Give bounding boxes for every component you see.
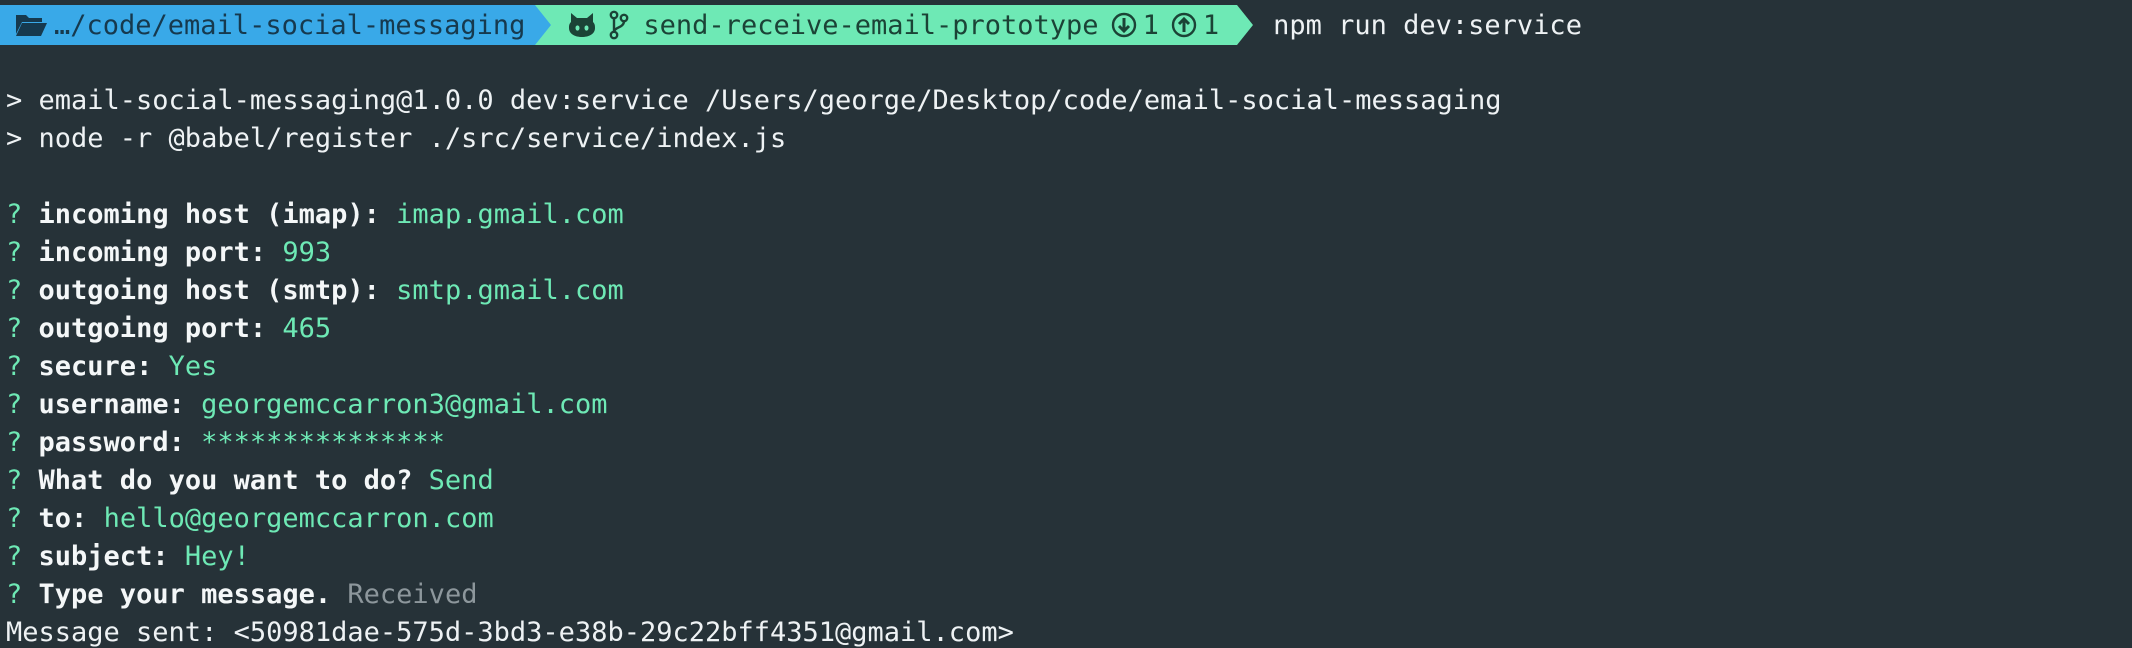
command-text: npm run dev:service <box>1273 9 1582 41</box>
git-segment: send-receive-email-prototype 1 1 <box>551 5 1238 45</box>
question-label: What do you want to do? <box>38 465 413 496</box>
question-line: ? password: *************** <box>6 424 445 462</box>
question-label: Type your message. <box>38 579 332 610</box>
question-answer: *************** <box>201 427 445 458</box>
directory-path: …/code/email-social-messaging <box>54 9 526 41</box>
question-line: ? username: georgemccarron3@gmail.com <box>6 386 608 424</box>
question-answer: Received <box>347 579 478 610</box>
question-line: ? outgoing port: 465 <box>6 310 331 348</box>
question-label: outgoing host (smtp): <box>38 275 380 306</box>
question-line: ? secure: Yes <box>6 348 217 386</box>
question-label: incoming port: <box>38 237 267 268</box>
question-label: to: <box>38 503 88 534</box>
question-line: ? incoming port: 993 <box>6 234 331 272</box>
question-marker: ? <box>6 237 23 268</box>
question-answer: Hey! <box>184 541 250 572</box>
question-answer: hello@georgemccarron.com <box>103 503 494 534</box>
question-line: ? incoming host (imap): imap.gmail.com <box>6 196 624 234</box>
directory-segment: …/code/email-social-messaging <box>0 5 536 45</box>
behind-count: 1 <box>1142 9 1159 41</box>
question-label: username: <box>38 389 185 420</box>
question-marker: ? <box>6 389 23 420</box>
question-marker: ? <box>6 199 23 230</box>
question-line: ? What do you want to do? Send <box>6 462 494 500</box>
arrow-down-circle-icon <box>1111 12 1136 38</box>
question-answer: Yes <box>168 351 218 382</box>
arrow-up-circle-icon <box>1171 12 1197 38</box>
github-octocat-icon <box>569 13 596 37</box>
question-label: secure: <box>38 351 153 382</box>
question-marker: ? <box>6 465 23 496</box>
folder-open-icon <box>16 15 47 36</box>
script-header-line: > email-social-messaging@1.0.0 dev:servi… <box>6 85 1502 116</box>
question-answer: 465 <box>282 313 332 344</box>
question-marker: ? <box>6 351 23 382</box>
ahead-count: 1 <box>1202 9 1220 41</box>
question-line: ? Type your message. Received <box>6 576 477 614</box>
question-marker: ? <box>6 427 23 458</box>
question-line: ? to: hello@georgemccarron.com <box>6 500 494 538</box>
git-branch-icon <box>610 10 629 40</box>
question-label: password: <box>38 427 185 458</box>
prompt-bar: …/code/email-social-messaging send-recei… <box>0 5 1582 45</box>
question-answer: smtp.gmail.com <box>396 275 624 306</box>
result-message: Message sent: <50981dae-575d-3bd3-e38b-2… <box>6 617 1014 648</box>
question-line: ? subject: Hey! <box>6 538 250 576</box>
question-label: outgoing port: <box>38 313 267 344</box>
question-marker: ? <box>6 275 23 306</box>
question-marker: ? <box>6 579 23 610</box>
script-header-line: > node -r @babel/register ./src/service/… <box>6 123 787 154</box>
question-answer: 993 <box>282 237 332 268</box>
directory-segment-arrow <box>535 5 552 45</box>
question-label: incoming host (imap): <box>38 199 380 230</box>
question-answer: Send <box>428 465 494 496</box>
question-label: subject: <box>38 541 169 572</box>
git-branch-name: send-receive-email-prototype <box>643 9 1099 41</box>
question-answer: georgemccarron3@gmail.com <box>201 389 608 420</box>
question-answer: imap.gmail.com <box>396 199 624 230</box>
question-marker: ? <box>6 313 23 344</box>
question-marker: ? <box>6 503 23 534</box>
git-segment-arrow <box>1237 5 1254 45</box>
question-line: ? outgoing host (smtp): smtp.gmail.com <box>6 272 624 310</box>
question-marker: ? <box>6 541 23 572</box>
